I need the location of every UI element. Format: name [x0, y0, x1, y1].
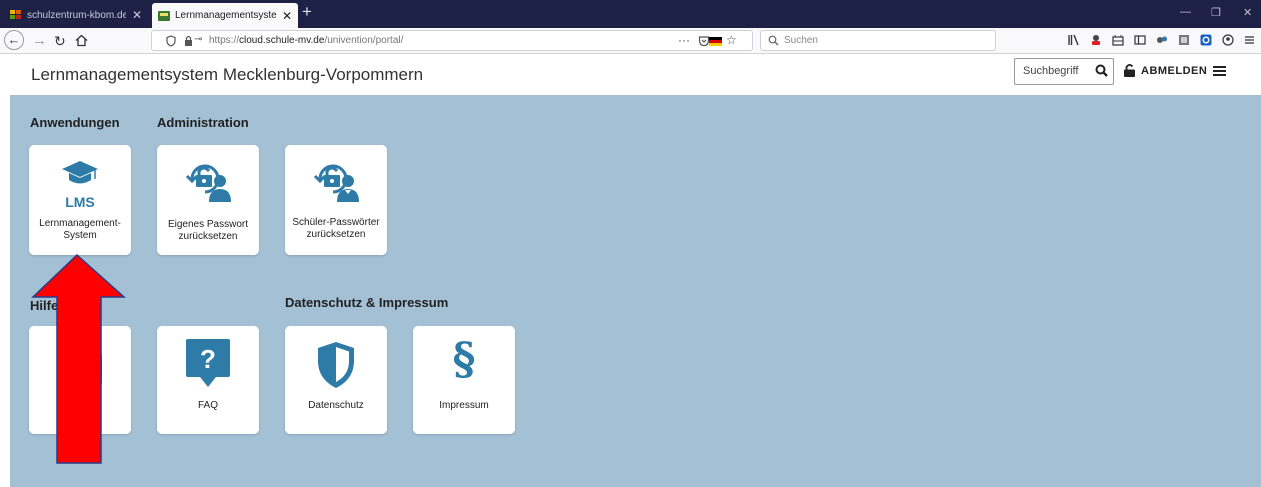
tab-close-icon[interactable]: ✕ — [132, 8, 142, 22]
browser-tab-bar: schulzentrum-kbom.de - Admi ✕ Lernmanage… — [0, 0, 1261, 28]
restore-icon[interactable]: ❐ — [1211, 6, 1221, 19]
browser-search-bar[interactable]: Suchen — [760, 30, 996, 51]
tile-impressum[interactable]: § Impressum — [413, 326, 515, 434]
forward-icon[interactable]: → — [32, 31, 47, 51]
home-icon[interactable] — [75, 34, 88, 47]
section-heading-administration: Administration — [157, 115, 249, 130]
extension-icon[interactable] — [1090, 34, 1102, 46]
reload-icon[interactable]: ↻ — [54, 31, 66, 51]
url-bar[interactable]: ⊸ https://cloud.schule-mv.de/univention/… — [151, 30, 753, 51]
tile-label-line1: Schüler-Passwörter — [292, 217, 380, 228]
browser-search-placeholder: Suchen — [784, 35, 818, 46]
paragraph-icon: § — [452, 334, 476, 385]
library-icon[interactable] — [1068, 34, 1080, 46]
portal-header: Lernmanagementsystem Mecklenburg-Vorpomm… — [0, 55, 1261, 95]
lms-icon-text: LMS — [65, 194, 95, 210]
tile-lms[interactable]: LMS Lernmanagement- System — [29, 145, 131, 255]
lock-reset-user-icon — [185, 164, 231, 202]
tile-label-line2: zurücksetzen — [178, 231, 238, 242]
section-heading-anwendungen: Anwendungen — [30, 115, 120, 130]
search-icon[interactable] — [1095, 64, 1108, 78]
browser-tab-admin[interactable]: schulzentrum-kbom.de - Admi ✕ — [4, 4, 148, 26]
tab-title: schulzentrum-kbom.de - Admi — [27, 9, 126, 21]
tile-label: Impressum — [439, 400, 489, 411]
red-arrow-annotation — [31, 253, 126, 464]
tile-label: FAQ — [197, 400, 218, 411]
browser-tab-lms[interactable]: Lernmanagementsystem Meckl ✕ — [152, 3, 298, 28]
tile-label-line1: Lernmanagement- — [39, 218, 121, 229]
site-favicon-icon — [10, 10, 21, 19]
tile-schueler-passwoerter[interactable]: Schüler-Passwörter zurücksetzen — [285, 145, 387, 255]
window-close-icon[interactable]: ✕ — [1243, 6, 1252, 19]
extension-icon[interactable] — [1112, 34, 1124, 46]
tile-faq[interactable]: ? FAQ — [157, 326, 259, 434]
account-icon[interactable] — [1222, 34, 1234, 46]
logout-label: ABMELDEN — [1141, 64, 1208, 77]
logout-button[interactable]: ABMELDEN — [1124, 64, 1207, 77]
site-favicon-icon — [158, 10, 170, 21]
tile-label-line2: zurücksetzen — [306, 229, 366, 240]
browser-menu-icon[interactable] — [1244, 34, 1255, 46]
tile-eigenes-passwort[interactable]: Eigenes Passwort zurücksetzen — [157, 145, 259, 255]
german-flag-icon[interactable] — [709, 37, 722, 46]
page-title: Lernmanagementsystem Mecklenburg-Vorpomm… — [31, 65, 424, 84]
tab-close-icon[interactable]: ✕ — [282, 9, 292, 23]
extension-icon[interactable] — [1156, 34, 1168, 46]
minimize-icon[interactable]: — — [1180, 6, 1191, 18]
search-icon — [768, 35, 779, 46]
sidebar-icon[interactable] — [1134, 34, 1146, 46]
shield-icon — [318, 342, 354, 388]
portal-content: Anwendungen Administration Hilfe Datensc… — [10, 95, 1261, 487]
bookmark-star-icon[interactable]: ☆ — [726, 33, 737, 47]
tab-title: Lernmanagementsystem Meckl — [175, 10, 276, 21]
tile-label-line2: System — [63, 230, 97, 241]
tile-datenschutz[interactable]: Datenschutz — [285, 326, 387, 434]
tile-label: Datenschutz — [308, 400, 364, 411]
lock-reset-student-icon — [313, 164, 359, 202]
faq-bubble-icon: ? — [186, 339, 230, 387]
url-text[interactable]: https://cloud.schule-mv.de/univention/po… — [209, 35, 403, 46]
padlock-icon[interactable] — [184, 35, 193, 47]
new-tab-button[interactable]: + — [302, 2, 312, 22]
page-actions-icon[interactable]: ··· — [678, 33, 690, 47]
portal-search-input[interactable]: Suchbegriff — [1014, 58, 1114, 85]
search-placeholder: Suchbegriff — [1023, 65, 1079, 77]
tile-label-line1: Eigenes Passwort — [167, 219, 249, 230]
permissions-icon[interactable]: ⊸ — [194, 34, 202, 45]
padlock-open-icon — [1124, 64, 1135, 77]
graduation-cap-icon — [62, 161, 98, 184]
back-icon[interactable]: ← — [4, 30, 24, 50]
section-heading-datenschutz: Datenschutz & Impressum — [285, 295, 449, 310]
browser-nav-bar: ← → ↻ ⊸ https://cloud.schule-mv.de/unive… — [0, 28, 1261, 54]
reader-icon[interactable] — [1178, 34, 1190, 46]
hamburger-menu-icon[interactable] — [1213, 66, 1226, 77]
faq-question-mark: ? — [200, 344, 216, 374]
shield-tracking-icon[interactable] — [166, 35, 176, 47]
password-manager-icon[interactable] — [1200, 34, 1212, 46]
